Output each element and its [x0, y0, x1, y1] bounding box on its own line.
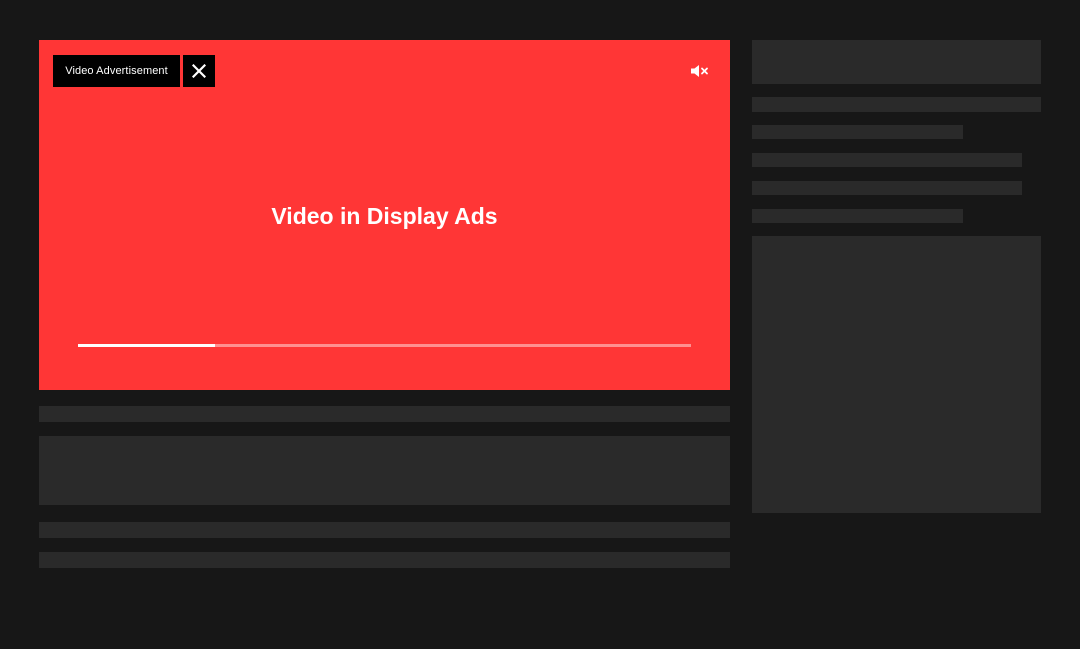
- sidebar-placeholder-block: [752, 236, 1041, 513]
- sidebar-placeholder-line: [752, 125, 963, 139]
- sidebar-placeholder-header: [752, 40, 1041, 84]
- mute-toggle-button[interactable]: [689, 62, 711, 80]
- video-progress-bar[interactable]: [78, 344, 691, 347]
- video-ad-player[interactable]: Video Advertisement Video in Display Ads: [39, 40, 730, 390]
- volume-muted-icon: [691, 65, 708, 77]
- ad-label: Video Advertisement: [53, 55, 180, 87]
- content-placeholder-line: [39, 406, 730, 422]
- content-placeholder-block: [39, 436, 730, 505]
- content-placeholder-line: [39, 522, 730, 538]
- sidebar-placeholder-line: [752, 97, 1041, 112]
- sidebar-placeholder-line: [752, 209, 963, 223]
- ad-title: Video in Display Ads: [271, 203, 498, 229]
- close-ad-button[interactable]: [183, 55, 215, 87]
- content-placeholder-line: [39, 552, 730, 568]
- close-icon: [192, 64, 206, 78]
- video-progress-fill: [78, 344, 216, 347]
- sidebar-placeholder-line: [752, 181, 1022, 195]
- sidebar-placeholder-line: [752, 153, 1022, 167]
